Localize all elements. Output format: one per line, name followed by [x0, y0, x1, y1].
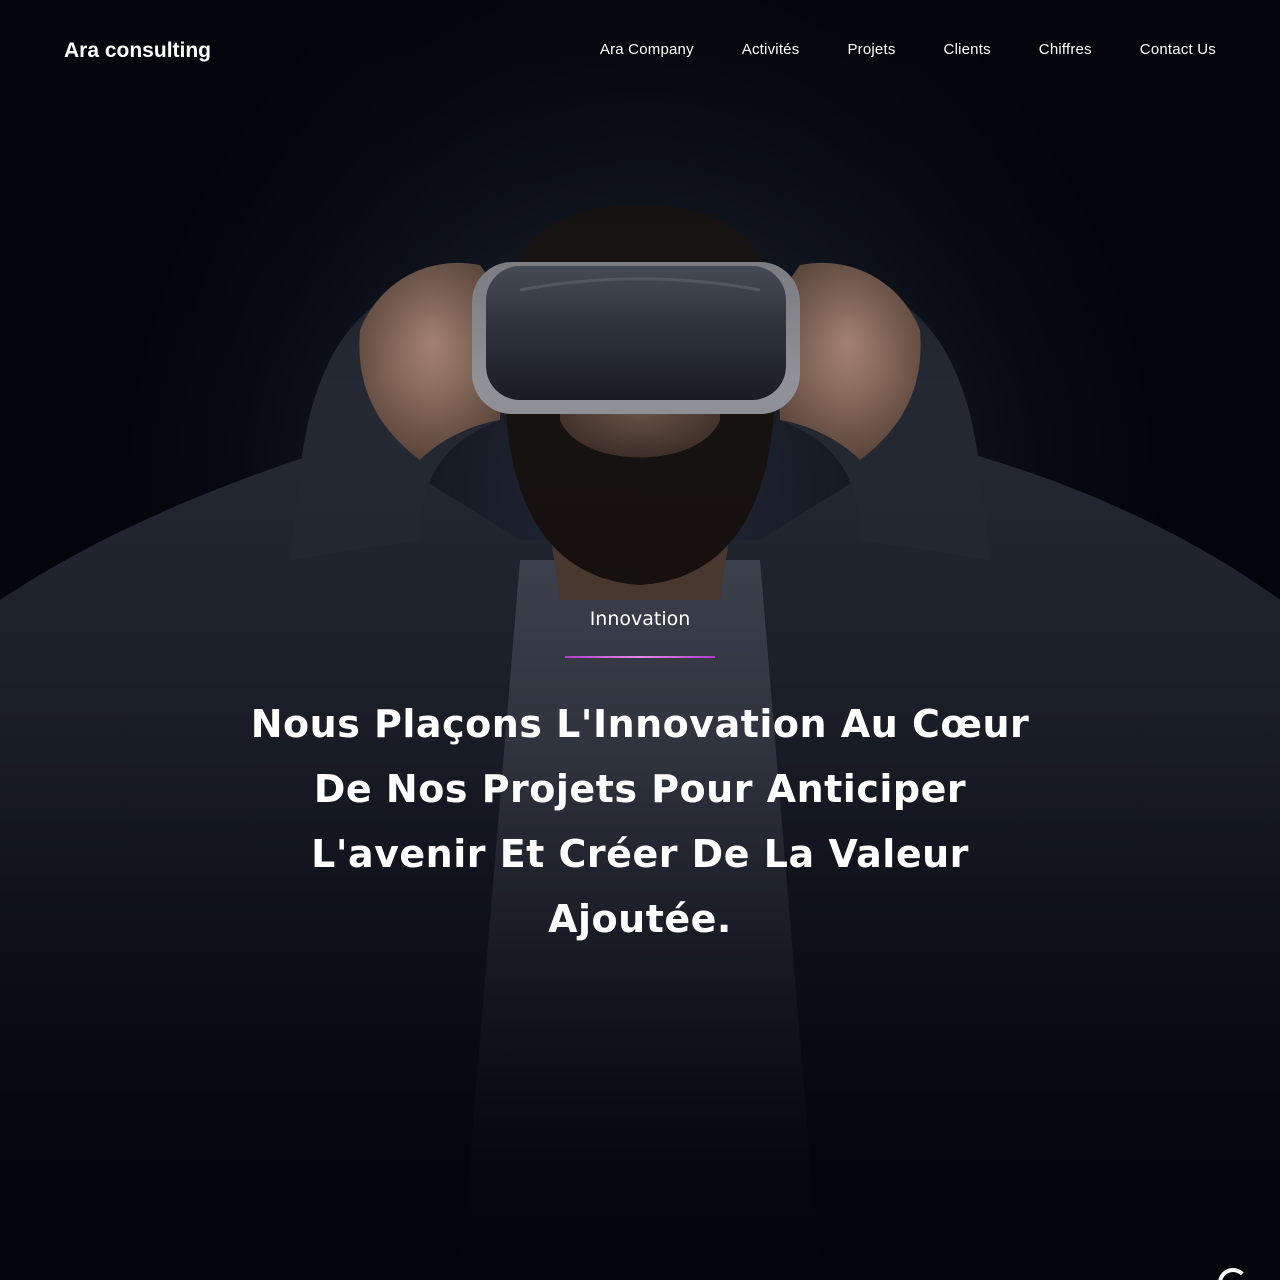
hero-divider [565, 656, 715, 658]
main-nav: Ara Company Activités Projets Clients Ch… [600, 41, 1216, 58]
hero-headline: Nous Plaçons L'Innovation Au Cœur De Nos… [250, 702, 1030, 941]
hero-eyebrow: Innovation [589, 608, 691, 630]
site-header: Ara consulting Ara Company Activités Pro… [0, 0, 1280, 102]
brand-logo[interactable]: Ara consulting [64, 39, 211, 63]
nav-item-contact-us[interactable]: Contact Us [1140, 41, 1216, 58]
nav-item-ara-company[interactable]: Ara Company [600, 41, 694, 58]
nav-item-clients[interactable]: Clients [944, 41, 991, 58]
nav-item-activites[interactable]: Activités [742, 41, 800, 58]
nav-item-chiffres[interactable]: Chiffres [1039, 41, 1092, 58]
page: Ara consulting Ara Company Activités Pro… [0, 0, 1280, 1280]
hero-content: Innovation Nous Plaçons L'Innovation Au … [140, 604, 1140, 952]
nav-item-projets[interactable]: Projets [847, 41, 895, 58]
